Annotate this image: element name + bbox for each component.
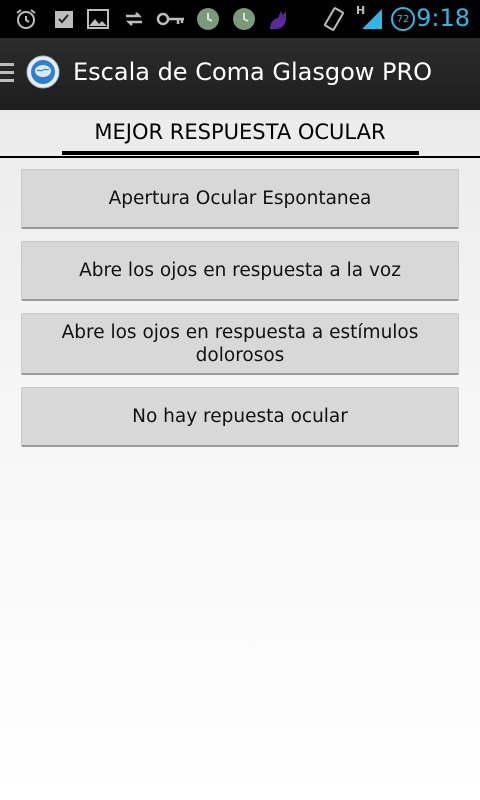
battery-icon: 72 xyxy=(391,7,415,31)
option-button-pain[interactable]: Abre los ojos en respuesta a estímulos d… xyxy=(21,313,459,375)
clock-icon xyxy=(197,8,219,30)
key-icon xyxy=(156,12,184,26)
image-icon xyxy=(87,9,109,29)
checkbox-icon xyxy=(55,11,73,28)
vibrate-icon xyxy=(324,7,344,31)
app-title: Escala de Coma Glasgow PRO xyxy=(73,58,433,86)
option-button-voice[interactable]: Abre los ojos en respuesta a la voz xyxy=(21,241,459,301)
section-title: MEJOR RESPUESTA OCULAR xyxy=(94,120,386,144)
status-time: 9:18 xyxy=(416,4,470,32)
app-logo-icon[interactable] xyxy=(26,55,60,89)
action-bar: Escala de Coma Glasgow PRO xyxy=(0,38,480,110)
clock-icon xyxy=(233,8,255,30)
section-divider xyxy=(0,156,480,158)
option-button-none[interactable]: No hay repuesta ocular xyxy=(21,387,459,447)
signal-icon xyxy=(362,9,382,29)
battery-level: 72 xyxy=(396,13,410,25)
sync-icon xyxy=(125,12,143,26)
cat-icon xyxy=(270,11,286,29)
option-button-spontaneous[interactable]: Apertura Ocular Espontanea xyxy=(21,169,459,229)
status-bar: H 72 9:18 xyxy=(0,0,480,38)
section-title-underline xyxy=(62,151,419,155)
alarm-icon xyxy=(16,9,36,29)
drawer-icon[interactable] xyxy=(0,63,14,85)
main-content: MEJOR RESPUESTA OCULAR Apertura Ocular E… xyxy=(0,110,480,800)
